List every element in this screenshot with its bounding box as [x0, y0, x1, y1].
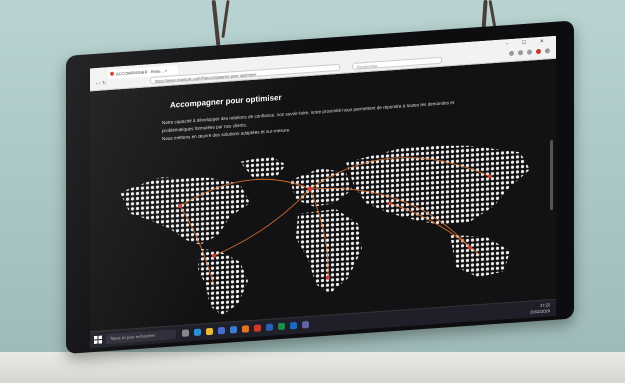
menu-icon[interactable]	[545, 48, 550, 54]
chrome-icon[interactable]	[254, 324, 261, 332]
toolbar-icons	[509, 48, 550, 57]
browser-search-input[interactable]: Rechercher	[352, 56, 442, 71]
continent-europe	[290, 168, 352, 207]
window-controls[interactable]: – ☐ ✕	[506, 38, 550, 47]
taskbar-apps	[182, 321, 309, 337]
photo-scene: ACCOMPAGNER · Beau... × – ☐ ✕ ‹ › ↻ http…	[0, 0, 625, 383]
task-view-icon[interactable]	[182, 329, 189, 337]
extension-icon[interactable]	[527, 49, 532, 55]
tab-title: ACCOMPAGNER · Beau... ×	[116, 67, 168, 77]
continent-greenland	[240, 155, 286, 179]
outlook-icon[interactable]	[290, 321, 297, 330]
addon-icon[interactable]	[536, 48, 541, 55]
mail-icon[interactable]	[230, 326, 237, 334]
continent-north-america	[120, 177, 250, 245]
monitor: ACCOMPAGNER · Beau... × – ☐ ✕ ‹ › ↻ http…	[66, 20, 574, 355]
address-bar[interactable]: https://www.example.com/fr/accompagner-p…	[150, 63, 340, 85]
library-icon[interactable]	[518, 50, 523, 56]
page-scrollbar[interactable]	[550, 139, 553, 211]
page-title: Accompagner pour optimiser	[170, 92, 282, 110]
excel-icon[interactable]	[278, 322, 285, 331]
world-dot-map	[120, 145, 530, 316]
taskbar-search-input[interactable]: Tapez ici pour rechercher	[106, 329, 176, 345]
edge-icon[interactable]	[194, 328, 201, 337]
windows-start-icon[interactable]	[94, 335, 102, 345]
favicon-icon	[110, 71, 114, 76]
monitor-screen: ACCOMPAGNER · Beau... × – ☐ ✕ ‹ › ↻ http…	[90, 35, 556, 349]
tray-date: 20/11/2020	[530, 308, 550, 315]
store-icon[interactable]	[218, 326, 225, 335]
teams-icon[interactable]	[302, 321, 309, 329]
firefox-icon[interactable]	[242, 325, 249, 333]
downloads-icon[interactable]	[509, 50, 514, 57]
continent-asia	[346, 145, 530, 226]
word-icon[interactable]	[266, 323, 273, 332]
nav-buttons-icon[interactable]: ‹ › ↻	[96, 80, 106, 87]
continent-africa	[296, 209, 362, 294]
explorer-icon[interactable]	[206, 327, 213, 336]
desk-surface	[0, 352, 625, 383]
continent-south-america	[198, 248, 248, 316]
system-tray[interactable]: 17:22 20/11/2020	[530, 302, 550, 315]
